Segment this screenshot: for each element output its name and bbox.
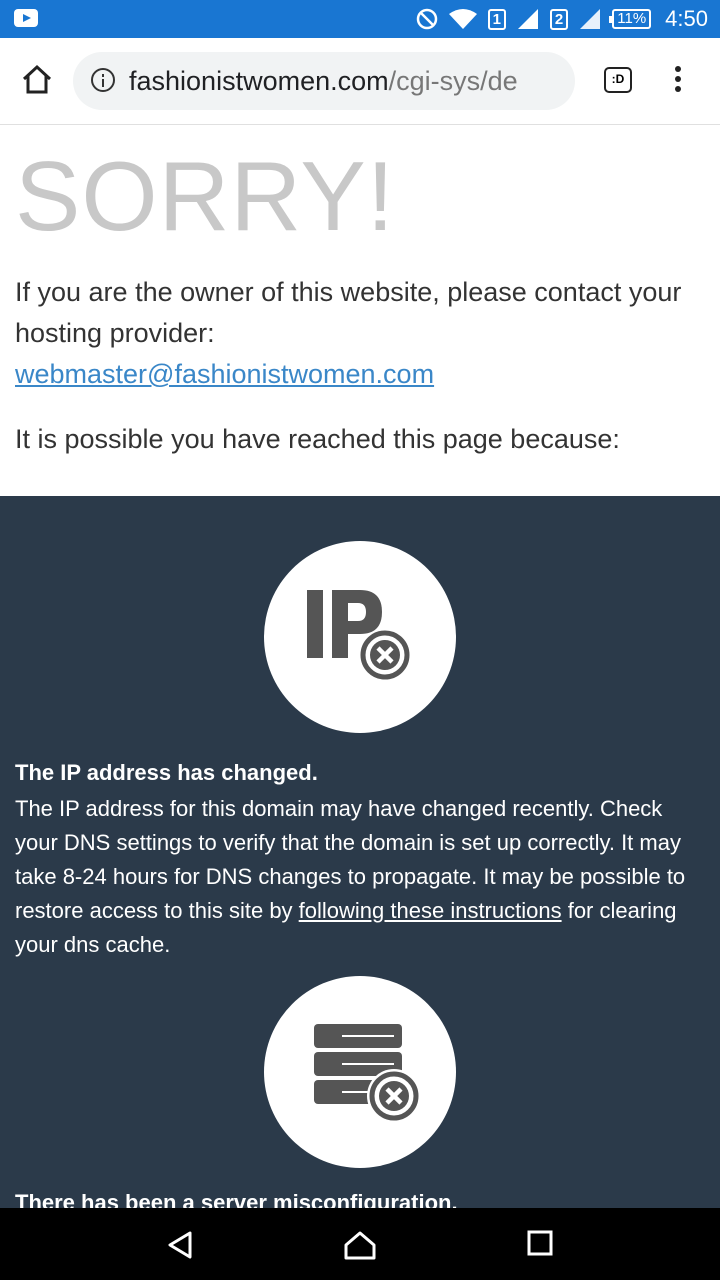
reasons-panel: The IP address has changed. The IP addre…: [0, 496, 720, 1208]
webmaster-email-link[interactable]: webmaster@fashionistwomen.com: [15, 359, 434, 389]
url-path: /cgi-sys/de: [388, 66, 518, 96]
ip-changed-icon: [264, 541, 456, 733]
recent-apps-icon[interactable]: [527, 1230, 553, 1256]
sim2-label: 2: [549, 8, 569, 30]
signal-icon: [517, 9, 538, 29]
browser-toolbar: fashionistwomen.com/cgi-sys/de :D: [0, 38, 720, 125]
url-domain: fashionistwomen.com: [129, 66, 389, 96]
tab-switcher-button[interactable]: :D: [604, 67, 632, 93]
intro-label: If you are the owner of this website, pl…: [15, 277, 682, 348]
back-icon[interactable]: [166, 1230, 196, 1260]
ip-changed-body: The IP address for this domain may have …: [15, 792, 705, 962]
home-nav-icon[interactable]: [343, 1230, 377, 1260]
sim1-label: 1: [487, 8, 506, 30]
do-not-disturb-icon: [416, 8, 437, 30]
server-error-icon: [264, 976, 456, 1168]
battery-icon: 11%: [609, 9, 652, 29]
dns-instructions-link[interactable]: following these instructions: [299, 898, 562, 923]
reason-text: It is possible you have reached this pag…: [15, 424, 620, 454]
navigation-bar: [0, 1208, 720, 1280]
signal-icon-2: [580, 9, 601, 29]
url-text[interactable]: fashionistwomen.com/cgi-sys/de: [129, 66, 518, 97]
ip-changed-title: The IP address has changed.: [15, 760, 318, 785]
status-bar: 1 2 11% 4:50: [0, 0, 720, 38]
misconfiguration-title: There has been a server misconfiguration…: [15, 1190, 458, 1208]
youtube-notification-icon: [14, 9, 38, 27]
status-icons: 1 2 11% 4:50: [416, 0, 708, 38]
info-icon[interactable]: [91, 68, 115, 92]
page-title: SORRY!: [15, 141, 395, 251]
clock: 4:50: [665, 6, 708, 31]
home-icon[interactable]: [20, 62, 54, 96]
wifi-icon: [448, 9, 477, 29]
address-bar[interactable]: fashionistwomen.com/cgi-sys/de: [73, 52, 575, 110]
intro-text: If you are the owner of this website, pl…: [15, 272, 705, 395]
overflow-menu-icon[interactable]: [668, 66, 688, 96]
